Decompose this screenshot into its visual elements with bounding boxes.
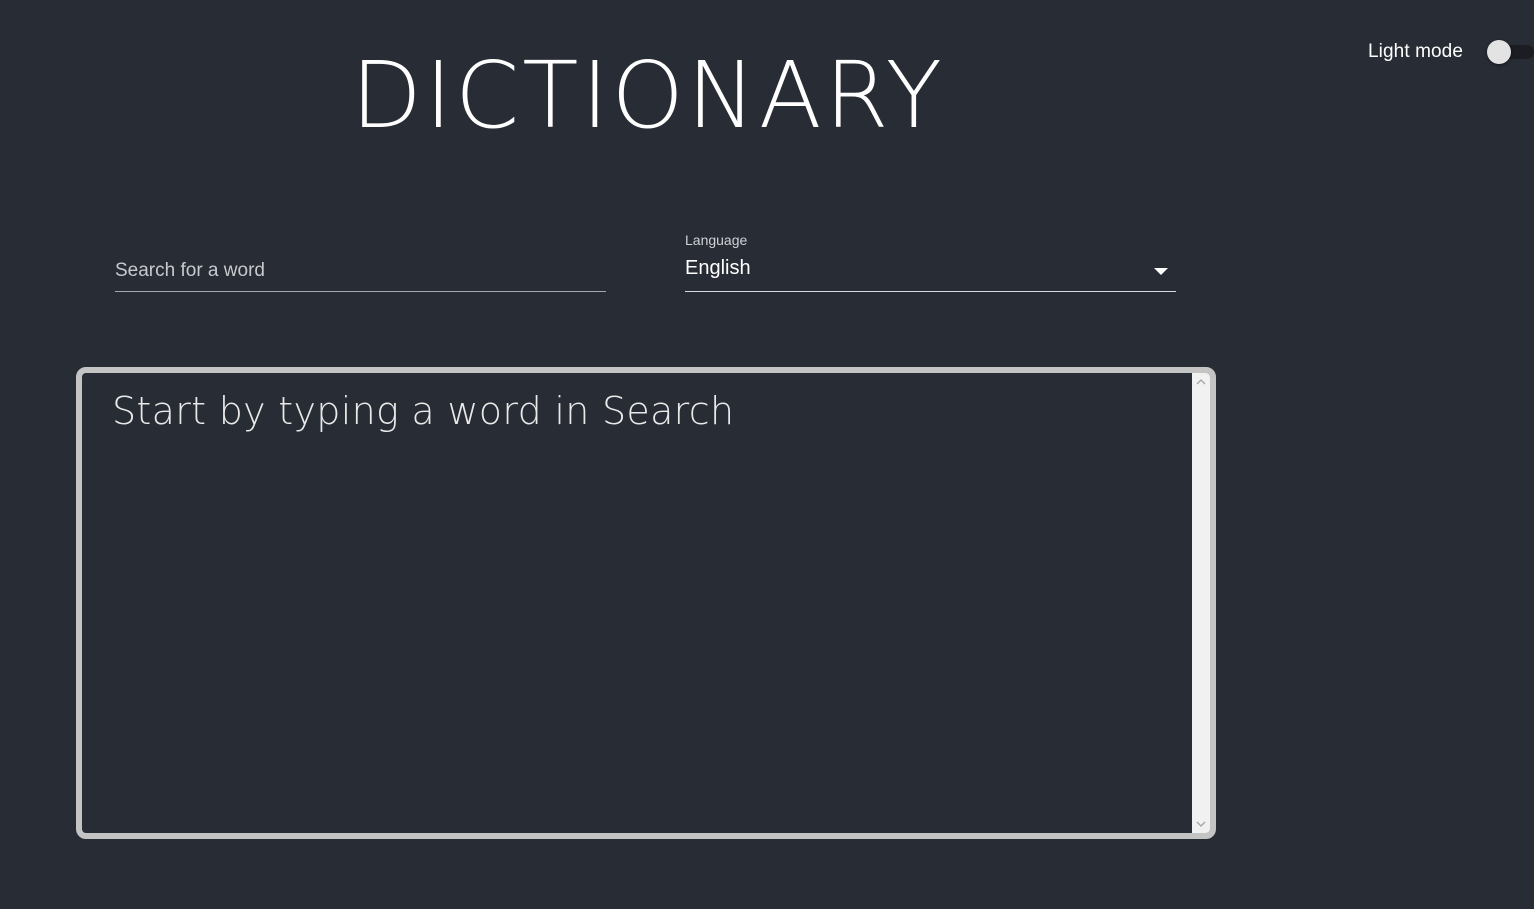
meanings-box: Start by typing a word in Search xyxy=(76,367,1216,839)
meanings-placeholder: Start by typing a word in Search xyxy=(112,389,735,433)
theme-toggle: Light mode xyxy=(1368,38,1534,66)
light-mode-switch[interactable] xyxy=(1486,40,1534,64)
theme-toggle-label: Light mode xyxy=(1368,41,1464,62)
search-field xyxy=(115,232,606,292)
language-select: Language English xyxy=(685,232,1176,292)
search-input[interactable] xyxy=(115,256,606,292)
scrollbar[interactable] xyxy=(1192,373,1210,833)
chevron-down-icon[interactable] xyxy=(1196,819,1206,829)
language-selected-value: English xyxy=(685,257,751,279)
language-label: Language xyxy=(685,232,748,248)
page-title: DICTIONARY xyxy=(351,42,945,149)
chevron-down-icon[interactable] xyxy=(1154,268,1168,276)
chevron-up-icon[interactable] xyxy=(1196,377,1206,387)
switch-thumb[interactable] xyxy=(1487,40,1511,64)
language-dropdown[interactable]: English xyxy=(685,256,1176,292)
